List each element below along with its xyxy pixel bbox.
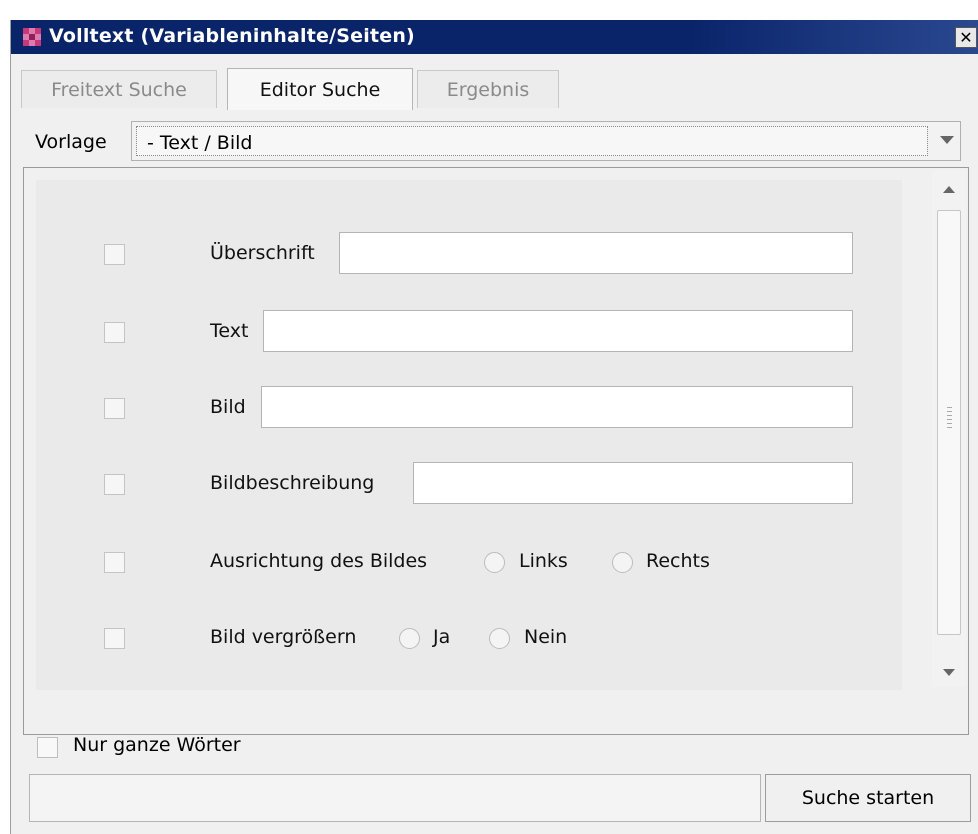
editor-form: Überschrift Text Bild Bildbeschreibung A… [36, 180, 902, 690]
grip-line [947, 415, 952, 416]
ueberschrift-label: Überschrift [210, 242, 315, 264]
form-row-bild: Bild [36, 386, 902, 432]
grip-line [947, 407, 952, 408]
tab-editor-suche[interactable]: Editor Suche [227, 68, 413, 110]
form-row-bildbeschreibung: Bildbeschreibung [36, 462, 902, 508]
template-label: Vorlage [35, 131, 107, 153]
bildbeschreibung-label: Bildbeschreibung [210, 472, 375, 494]
radio-ja[interactable] [399, 628, 420, 649]
ausrichtung-label: Ausrichtung des Bildes [210, 550, 428, 572]
tab-ergebnis[interactable]: Ergebnis [417, 70, 559, 108]
tab-bar: Freitext Suche Editor Suche Ergebnis [11, 54, 978, 110]
text-label: Text [210, 320, 249, 342]
scroll-up-arrow-icon [943, 185, 955, 193]
grip-line [947, 419, 952, 420]
radio-links-label: Links [519, 550, 568, 572]
start-search-button[interactable]: Suche starten [765, 774, 971, 822]
close-button[interactable]: ✕ [955, 27, 977, 48]
app-logo-icon [23, 28, 41, 46]
radio-nein[interactable] [489, 628, 510, 649]
scroll-down-button[interactable] [932, 657, 966, 687]
start-search-label: Suche starten [801, 787, 935, 809]
tab-freitext-suche[interactable]: Freitext Suche [21, 70, 217, 108]
radio-nein-label: Nein [524, 626, 568, 648]
include-bildbeschreibung-checkbox[interactable] [104, 474, 125, 495]
scrollbar-thumb[interactable] [937, 210, 961, 635]
radio-rechts[interactable] [612, 552, 633, 573]
vertical-scrollbar[interactable] [932, 170, 966, 687]
include-bild-checkbox[interactable] [104, 398, 125, 419]
whole-words-checkbox[interactable] [37, 737, 58, 758]
include-ueberschrift-checkbox[interactable] [104, 244, 125, 265]
window-title: Volltext (Variableninhalte/Seiten) [49, 25, 415, 47]
include-text-checkbox[interactable] [104, 322, 125, 343]
include-ausrichtung-checkbox[interactable] [104, 552, 125, 573]
radio-rechts-label: Rechts [646, 550, 710, 572]
bildbeschreibung-input[interactable] [413, 462, 853, 504]
bild-label: Bild [210, 396, 246, 418]
whole-words-label: Nur ganze Wörter [73, 734, 241, 756]
template-select-value: - Text / Bild [147, 132, 253, 154]
grip-line [947, 423, 952, 424]
grip-line [947, 427, 952, 428]
status-field [29, 774, 761, 822]
scroll-up-button[interactable] [932, 174, 966, 204]
form-row-text: Text [36, 310, 902, 356]
text-input[interactable] [263, 310, 853, 352]
vergroessern-label: Bild vergrößern [210, 626, 357, 648]
include-vergroessern-checkbox[interactable] [104, 628, 125, 649]
form-row-ausrichtung: Ausrichtung des Bildes Links Rechts [36, 540, 902, 586]
radio-ja-label: Ja [433, 626, 451, 648]
title-bar[interactable]: Volltext (Variableninhalte/Seiten) ✕ [11, 20, 978, 54]
tab-label: Editor Suche [259, 78, 381, 101]
grip-line [947, 411, 952, 412]
editor-panel: Überschrift Text Bild Bildbeschreibung A… [23, 167, 969, 735]
ueberschrift-input[interactable] [339, 232, 853, 274]
tab-label: Freitext Suche [51, 78, 187, 101]
template-select[interactable]: - Text / Bild [131, 121, 961, 161]
tab-label: Ergebnis [446, 78, 530, 101]
radio-links[interactable] [484, 552, 505, 573]
form-row-vergroessern: Bild vergrößern Ja Nein [36, 616, 902, 662]
chevron-down-icon[interactable] [940, 136, 954, 144]
form-row-ueberschrift: Überschrift [36, 232, 902, 278]
search-dialog: Volltext (Variableninhalte/Seiten) ✕ Fre… [10, 20, 978, 834]
template-select-focus: - Text / Bild [136, 126, 928, 156]
bild-input[interactable] [261, 386, 853, 428]
scroll-down-arrow-icon [943, 668, 955, 676]
close-icon: ✕ [959, 27, 973, 47]
